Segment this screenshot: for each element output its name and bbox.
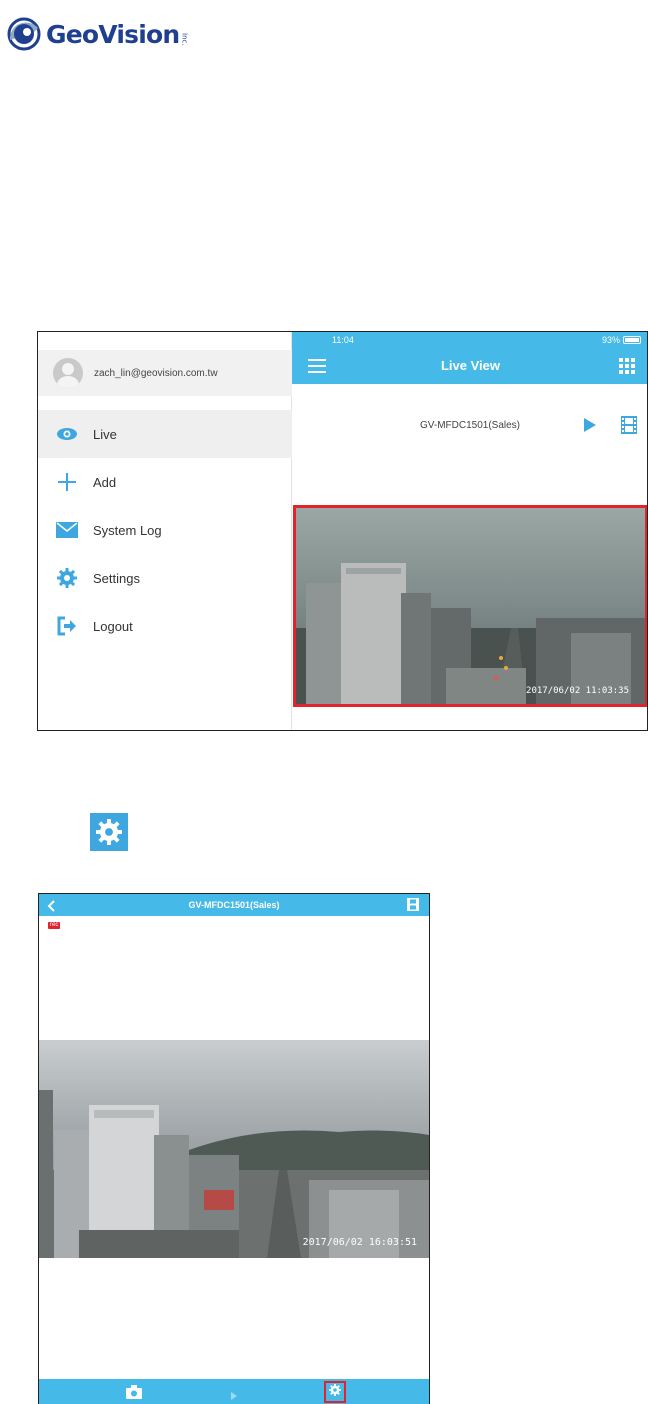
- page-title: Live View: [440, 358, 500, 373]
- rec-badge: rec: [48, 922, 61, 929]
- menu-item-add[interactable]: Add: [38, 458, 292, 506]
- geovision-logo: GeoVision Inc.: [4, 14, 188, 54]
- logo-inc: Inc.: [180, 32, 189, 46]
- camera-timestamp: 2017/06/02 16:03:51: [302, 1237, 417, 1248]
- camera-live-view[interactable]: 2017/06/02 11:03:35: [293, 505, 647, 707]
- live-view-app: 11:04 93% Live View GV-MFDC1501(Sales) 2…: [292, 332, 647, 730]
- menu-item-system-log[interactable]: System Log: [38, 506, 292, 554]
- play-icon[interactable]: [582, 417, 598, 433]
- camera-title: GV-MFDC1501(Sales): [188, 900, 280, 910]
- user-email: zach_lin@geovision.com.tw: [94, 367, 218, 379]
- menu-item-label: Settings: [93, 570, 140, 586]
- side-drawer: zach_lin@geovision.com.tw Live Add Syste…: [38, 332, 292, 730]
- film-icon[interactable]: [621, 416, 637, 434]
- camera-video[interactable]: 2017/06/02 16:03:51: [39, 1040, 429, 1258]
- geovision-logo-mark-icon: [4, 14, 44, 54]
- menu-item-label: System Log: [93, 522, 162, 538]
- screenshot-live-view: zach_lin@geovision.com.tw Live Add Syste…: [37, 331, 648, 731]
- status-bar: 11:04 93%: [292, 332, 647, 348]
- film-icon[interactable]: [407, 898, 419, 911]
- camera-nav-bar: GV-MFDC1501(Sales): [39, 894, 429, 916]
- nav-bar: Live View: [292, 348, 647, 384]
- menu-item-logout[interactable]: Logout: [38, 602, 292, 650]
- grid-layout-icon[interactable]: [619, 358, 635, 374]
- toolbar-settings-button[interactable]: [324, 1381, 346, 1403]
- menu-item-settings[interactable]: Settings: [38, 554, 292, 602]
- settings-gear-icon: [90, 813, 128, 851]
- camera-image: [296, 508, 645, 704]
- gear-icon: [55, 567, 79, 589]
- camera-timestamp: 2017/06/02 11:03:35: [526, 686, 629, 696]
- status-time: 11:04: [332, 335, 354, 345]
- status-battery: 93%: [602, 335, 641, 345]
- drawer-user-row[interactable]: zach_lin@geovision.com.tw: [38, 350, 292, 396]
- menu-item-live[interactable]: Live: [38, 410, 292, 458]
- camera-row[interactable]: GV-MFDC1501(Sales): [292, 384, 647, 504]
- battery-percent: 93%: [601, 335, 620, 345]
- logo-text: GeoVision: [46, 19, 180, 49]
- screenshot-camera-view: GV-MFDC1501(Sales) rec 2017/06/02 16:03:…: [38, 893, 430, 1404]
- camera-image: [39, 1040, 429, 1258]
- menu-item-label: Add: [93, 474, 117, 490]
- eye-icon: [55, 423, 79, 445]
- menu-item-label: Live: [93, 426, 117, 442]
- logout-icon: [55, 615, 79, 637]
- snapshot-icon[interactable]: [126, 1385, 142, 1399]
- camera-toolbar: [39, 1379, 429, 1404]
- play-icon[interactable]: [229, 1388, 239, 1400]
- plus-icon: [55, 471, 79, 493]
- gear-icon: [329, 1383, 341, 1401]
- avatar: [53, 358, 83, 388]
- menu-item-label: Logout: [93, 618, 133, 634]
- battery-icon: [623, 336, 641, 344]
- envelope-icon: [55, 519, 79, 541]
